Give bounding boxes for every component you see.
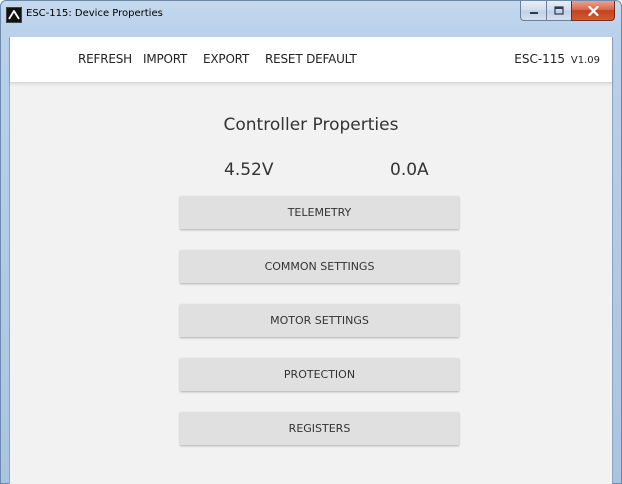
reset-default-button[interactable]: RESET DEFAULT bbox=[265, 52, 357, 66]
title-bar[interactable]: ESC-115: Device Properties bbox=[1, 1, 621, 37]
window-controls bbox=[520, 1, 615, 23]
app-logo-icon[interactable] bbox=[6, 7, 22, 23]
current-readout: 0.0A bbox=[390, 160, 429, 180]
toolbar: REFRESH IMPORT EXPORT RESET DEFAULT ESC-… bbox=[10, 37, 612, 83]
registers-button[interactable]: REGISTERS bbox=[180, 412, 459, 445]
maximize-icon bbox=[554, 6, 564, 15]
page-title: Controller Properties bbox=[223, 115, 399, 135]
app-window: ESC-115: Device Properties REFRESH IMPOR… bbox=[0, 0, 622, 484]
client-area: REFRESH IMPORT EXPORT RESET DEFAULT ESC-… bbox=[9, 37, 613, 484]
common-settings-button[interactable]: COMMON SETTINGS bbox=[180, 250, 459, 283]
voltage-readout: 4.52V bbox=[224, 160, 274, 180]
device-version: V1.09 bbox=[570, 55, 600, 66]
minimize-button[interactable] bbox=[520, 1, 546, 21]
telemetry-button[interactable]: TELEMETRY bbox=[180, 196, 459, 229]
export-button[interactable]: EXPORT bbox=[203, 52, 249, 66]
refresh-button[interactable]: REFRESH bbox=[78, 52, 132, 66]
device-name: ESC-115 bbox=[514, 52, 566, 66]
protection-button[interactable]: PROTECTION bbox=[180, 358, 459, 391]
import-button[interactable]: IMPORT bbox=[143, 52, 187, 66]
close-button[interactable] bbox=[571, 1, 615, 21]
window-title: ESC-115: Device Properties bbox=[26, 8, 163, 19]
motor-settings-button[interactable]: MOTOR SETTINGS bbox=[180, 304, 459, 337]
minimize-icon bbox=[529, 11, 538, 14]
close-icon bbox=[587, 5, 599, 16]
device-label: ESC-115 V1.09 bbox=[514, 52, 600, 66]
maximize-button[interactable] bbox=[546, 1, 571, 21]
